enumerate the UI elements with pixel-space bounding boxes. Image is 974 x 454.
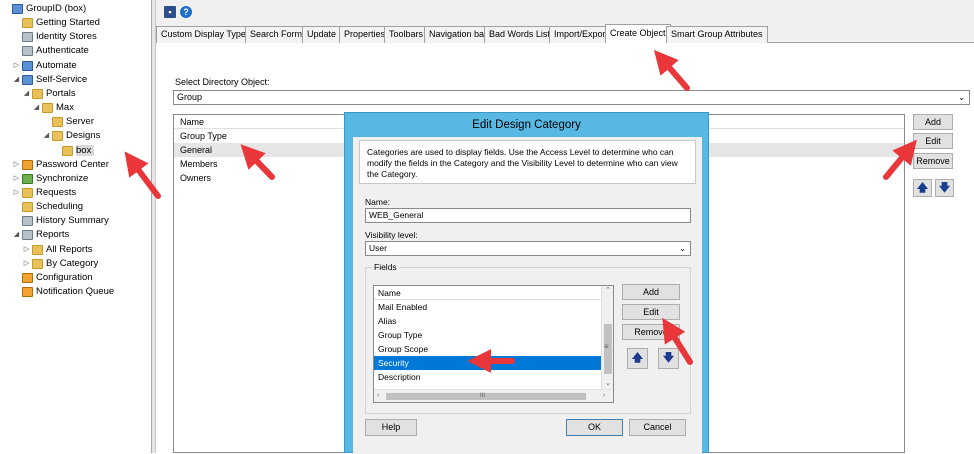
arrow-to-edit-category-button — [883, 139, 917, 180]
arrow-to-box-node — [124, 151, 161, 199]
arrow-to-create-object-tab — [653, 49, 690, 91]
arrow-to-edit-field-button — [662, 317, 693, 365]
arrow-to-general-category — [240, 144, 275, 180]
annotation-arrows — [124, 49, 917, 373]
